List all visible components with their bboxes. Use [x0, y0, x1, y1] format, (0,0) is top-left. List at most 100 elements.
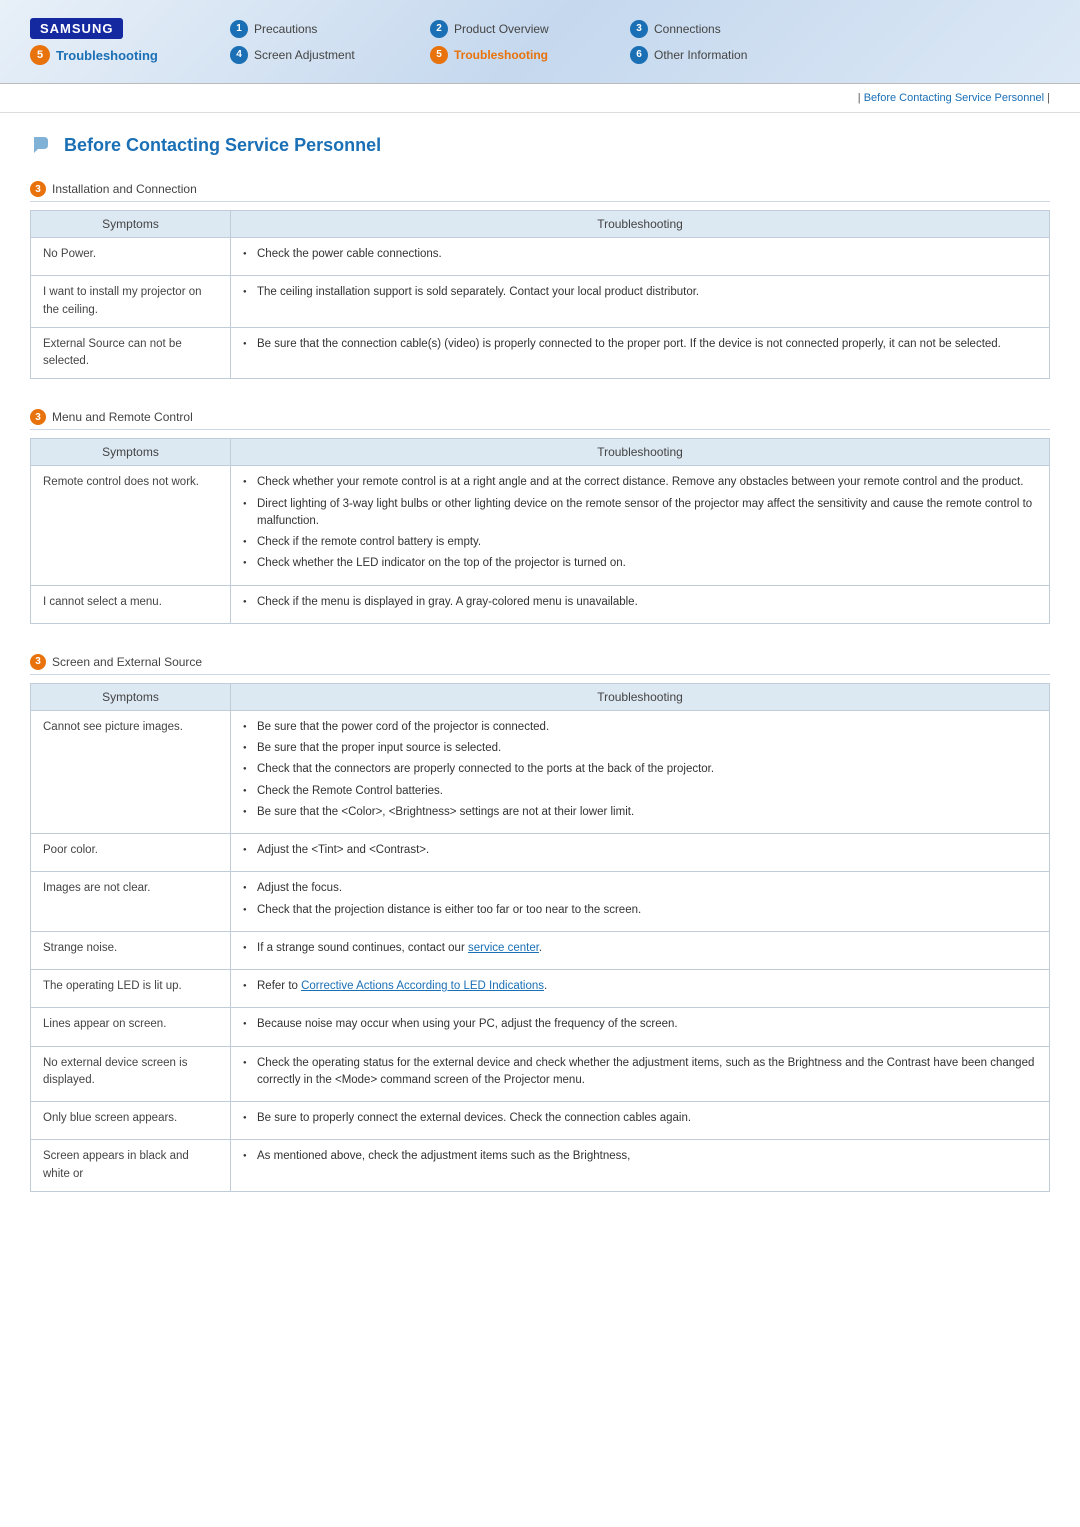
nav-item-other-info[interactable]: 6 Other Information	[630, 46, 810, 64]
col-troubleshooting-1: Troubleshooting	[231, 211, 1050, 238]
troubleshoot-no-external-device: Check the operating status for the exter…	[231, 1046, 1050, 1102]
table-row: No external device screen is displayed. …	[31, 1046, 1050, 1102]
troubleshoot-not-clear: Adjust the focus. Check that the project…	[231, 872, 1050, 932]
section-header-screen: 3 Screen and External Source	[30, 654, 1050, 675]
nav-item-connections[interactable]: 3 Connections	[630, 20, 810, 38]
troubleshoot-ceiling: The ceiling installation support is sold…	[231, 276, 1050, 328]
col-symptoms-3: Symptoms	[31, 683, 231, 710]
list-item: Refer to Corrective Actions According to…	[243, 978, 1037, 995]
active-nav-number: 5	[30, 45, 50, 65]
list-item: Be sure that the proper input source is …	[243, 740, 1037, 757]
symptom-strange-noise: Strange noise.	[31, 931, 231, 969]
section-title-menu: Menu and Remote Control	[52, 410, 193, 424]
list-item: Check the operating status for the exter…	[243, 1055, 1037, 1090]
nav-label-6: Other Information	[654, 48, 747, 62]
corrective-actions-link[interactable]: Corrective Actions According to LED Indi…	[301, 980, 544, 992]
list-item: Check the power cable connections.	[243, 246, 1037, 263]
section-header-menu: 3 Menu and Remote Control	[30, 409, 1050, 430]
col-symptoms-1: Symptoms	[31, 211, 231, 238]
breadcrumb-link[interactable]: Before Contacting Service Personnel	[864, 92, 1047, 104]
troubleshoot-strange-noise: If a strange sound continues, contact ou…	[231, 931, 1050, 969]
symptom-no-picture: Cannot see picture images.	[31, 710, 231, 833]
main-content: Before Contacting Service Personnel 3 In…	[0, 113, 1080, 1262]
symptom-led-lit: The operating LED is lit up.	[31, 970, 231, 1008]
section-icon-installation: 3	[30, 181, 46, 197]
table-row: Remote control does not work. Check whet…	[31, 466, 1050, 585]
nav-label-5: Troubleshooting	[454, 48, 548, 62]
page-title-row: Before Contacting Service Personnel	[30, 133, 1050, 157]
section-icon-menu: 3	[30, 409, 46, 425]
symptom-no-external-device: No external device screen is displayed.	[31, 1046, 231, 1102]
table-row: Lines appear on screen. Because noise ma…	[31, 1008, 1050, 1046]
col-troubleshooting-3: Troubleshooting	[231, 683, 1050, 710]
troubleshoot-only-blue-screen: Be sure to properly connect the external…	[231, 1102, 1050, 1140]
samsung-logo: SAMSUNG	[30, 18, 123, 39]
header-nav: 1 Precautions 2 Product Overview 3 Conne…	[230, 20, 810, 64]
symptom-cannot-select-menu: I cannot select a menu.	[31, 585, 231, 623]
nav-label-3: Connections	[654, 22, 721, 36]
table-row: Only blue screen appears. Be sure to pro…	[31, 1102, 1050, 1140]
nav-num-5: 5	[430, 46, 448, 64]
list-item: If a strange sound continues, contact ou…	[243, 940, 1037, 957]
list-item: Check if the remote control battery is e…	[243, 534, 1037, 551]
nav-num-4: 4	[230, 46, 248, 64]
table-row: Images are not clear. Adjust the focus. …	[31, 872, 1050, 932]
list-item: Be sure that the <Color>, <Brightness> s…	[243, 804, 1037, 821]
nav-item-precautions[interactable]: 1 Precautions	[230, 20, 410, 38]
list-item: Direct lighting of 3-way light bulbs or …	[243, 496, 1037, 531]
section-header-installation: 3 Installation and Connection	[30, 181, 1050, 202]
page-title-icon	[30, 133, 54, 157]
symptom-remote-not-work: Remote control does not work.	[31, 466, 231, 585]
troubleshoot-lines-on-screen: Because noise may occur when using your …	[231, 1008, 1050, 1046]
symptom-only-blue-screen: Only blue screen appears.	[31, 1102, 231, 1140]
active-nav-label: Troubleshooting	[56, 48, 158, 63]
table-row: External Source can not be selected. Be …	[31, 327, 1050, 379]
table-installation: Symptoms Troubleshooting No Power. Check…	[30, 210, 1050, 379]
page-title: Before Contacting Service Personnel	[64, 135, 381, 156]
nav-num-2: 2	[430, 20, 448, 38]
troubleshoot-cannot-select-menu: Check if the menu is displayed in gray. …	[231, 585, 1050, 623]
troubleshoot-black-white: As mentioned above, check the adjustment…	[231, 1140, 1050, 1192]
symptom-black-white: Screen appears in black and white or	[31, 1140, 231, 1192]
troubleshoot-no-picture: Be sure that the power cord of the proje…	[231, 710, 1050, 833]
troubleshoot-remote-not-work: Check whether your remote control is at …	[231, 466, 1050, 585]
list-item: Be sure to properly connect the external…	[243, 1110, 1037, 1127]
section-screen-external: 3 Screen and External Source Symptoms Tr…	[30, 654, 1050, 1192]
breadcrumb-separator-left: |	[858, 92, 861, 104]
breadcrumb: | Before Contacting Service Personnel |	[0, 84, 1080, 113]
table-row: Cannot see picture images. Be sure that …	[31, 710, 1050, 833]
nav-label-4: Screen Adjustment	[254, 48, 355, 62]
symptom-not-clear: Images are not clear.	[31, 872, 231, 932]
symptom-external-source: External Source can not be selected.	[31, 327, 231, 379]
section-icon-screen: 3	[30, 654, 46, 670]
list-item: Check that the projection distance is ei…	[243, 902, 1037, 919]
table-row: No Power. Check the power cable connecti…	[31, 238, 1050, 276]
list-item: Be sure that the connection cable(s) (vi…	[243, 336, 1037, 353]
troubleshoot-no-power: Check the power cable connections.	[231, 238, 1050, 276]
list-item: Because noise may occur when using your …	[243, 1016, 1037, 1033]
section-title-screen: Screen and External Source	[52, 655, 202, 669]
list-item: Check that the connectors are properly c…	[243, 761, 1037, 778]
nav-num-3: 3	[630, 20, 648, 38]
nav-num-1: 1	[230, 20, 248, 38]
symptom-lines-on-screen: Lines appear on screen.	[31, 1008, 231, 1046]
list-item: Check if the menu is displayed in gray. …	[243, 594, 1037, 611]
header: SAMSUNG 5 Troubleshooting 1 Precautions …	[0, 0, 1080, 84]
table-row: The operating LED is lit up. Refer to Co…	[31, 970, 1050, 1008]
list-item: The ceiling installation support is sold…	[243, 284, 1037, 301]
nav-item-product-overview[interactable]: 2 Product Overview	[430, 20, 610, 38]
symptom-no-power: No Power.	[31, 238, 231, 276]
table-row: I want to install my projector on the ce…	[31, 276, 1050, 328]
service-center-link[interactable]: service center	[468, 942, 539, 954]
nav-label-2: Product Overview	[454, 22, 549, 36]
symptom-poor-color: Poor color.	[31, 834, 231, 872]
list-item: Be sure that the power cord of the proje…	[243, 719, 1037, 736]
header-left: SAMSUNG 5 Troubleshooting	[30, 18, 190, 65]
col-troubleshooting-2: Troubleshooting	[231, 439, 1050, 466]
section-installation: 3 Installation and Connection Symptoms T…	[30, 181, 1050, 379]
table-menu-remote: Symptoms Troubleshooting Remote control …	[30, 438, 1050, 624]
list-item: Check whether your remote control is at …	[243, 474, 1037, 491]
nav-item-screen-adjustment[interactable]: 4 Screen Adjustment	[230, 46, 410, 64]
nav-item-troubleshooting[interactable]: 5 Troubleshooting	[430, 46, 610, 64]
list-item: Adjust the <Tint> and <Contrast>.	[243, 842, 1037, 859]
